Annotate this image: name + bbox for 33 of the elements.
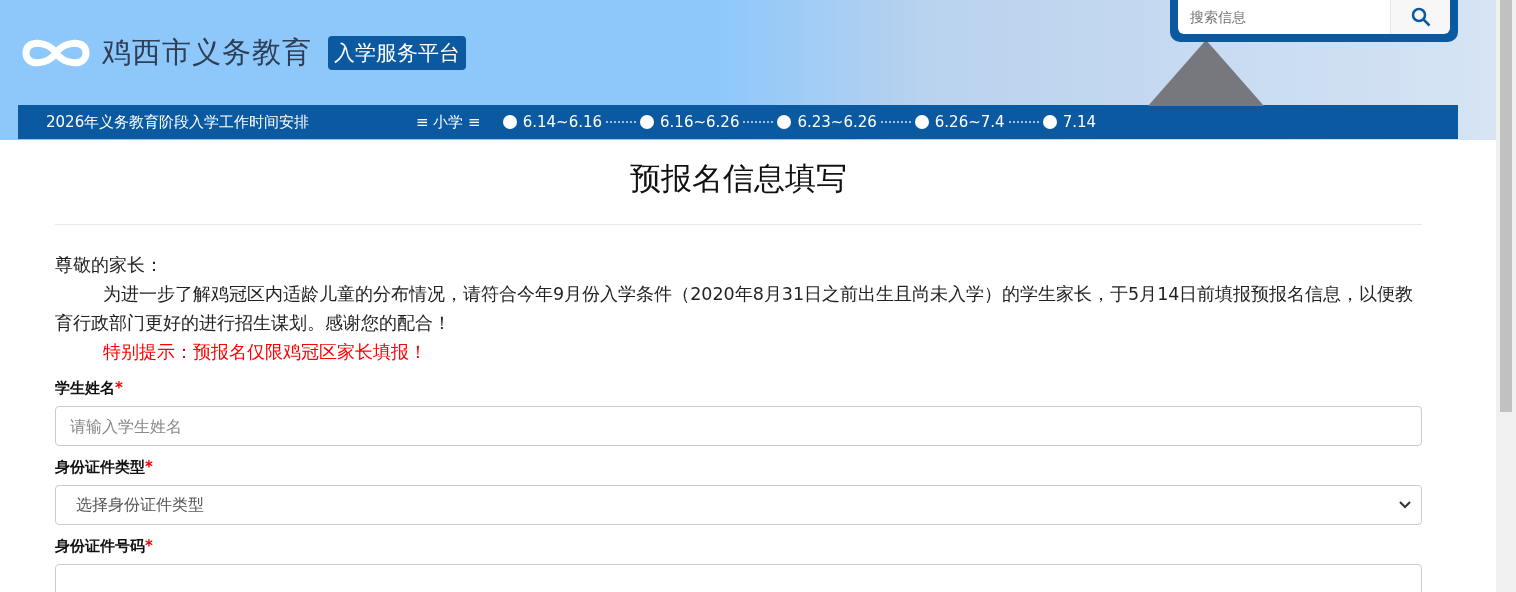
- select-field[interactable]: 选择身份证件类型: [55, 485, 1422, 525]
- input-field[interactable]: 请输入学生姓名: [55, 406, 1422, 446]
- notice-text: 特别提示：预报名仅限鸡冠区家长填报！: [102, 341, 428, 364]
- required-mark: *: [145, 458, 153, 476]
- scrollbar[interactable]: [1496, 0, 1516, 592]
- scrollbar-thumb[interactable]: [1500, 0, 1512, 412]
- required-mark: *: [115, 379, 123, 397]
- site-title: 鸡西市义务教育: [102, 34, 312, 71]
- schedule-title: 2026年义务教育阶段入学工作时间安排: [45, 112, 311, 132]
- timeline-dot: [502, 115, 517, 129]
- intro-paragraph: 为进一步了解鸡冠区内适龄儿童的分布情况，请符合今年9月份入学条件（2020年8月31日之前出生且尚未入学）的学生家长，于5月14日前填报预报名信息，以便教育行政部门更好的进行招生谋划。感谢您的配合！: [55, 283, 1415, 335]
- stage-label: ≡ 小学 ≡: [416, 112, 481, 132]
- platform-badge: 入学服务平台: [328, 36, 466, 70]
- date-range: 6.26~7.4: [934, 113, 1005, 131]
- date-range: 6.14~6.16: [522, 113, 603, 131]
- date-range: 6.16~6.26: [660, 113, 740, 131]
- field-label: 身份证件类型: [55, 458, 145, 476]
- date-range: 6.23~6.26: [797, 113, 877, 131]
- required-mark: *: [145, 537, 153, 555]
- timeline-dot: [777, 115, 792, 129]
- search-field[interactable]: 搜索信息: [1178, 0, 1390, 34]
- timeline-dot: [914, 115, 929, 129]
- input-field[interactable]: [55, 564, 1422, 592]
- timeline-dot: [1042, 115, 1057, 129]
- timeline-dot: [640, 115, 655, 129]
- search-icon: [1410, 7, 1431, 27]
- field-label: 身份证件号码: [55, 537, 145, 555]
- greeting-text: 尊敬的家长：: [55, 254, 164, 277]
- chevron-down-icon: [1399, 501, 1411, 509]
- form-title: 预报名信息填写: [55, 158, 1422, 225]
- field-label: 学生姓名: [55, 379, 115, 397]
- search-button[interactable]: [1390, 0, 1450, 34]
- date-range: 7.14: [1062, 113, 1097, 131]
